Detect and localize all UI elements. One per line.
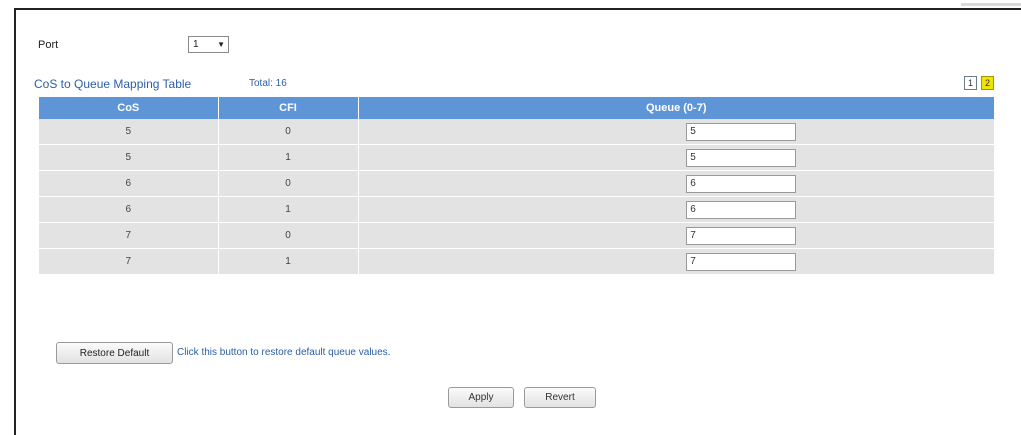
port-select-value: 1 (193, 39, 199, 50)
table-row: 5 1 (39, 144, 994, 171)
cfi-cell: 1 (218, 144, 359, 171)
queue-input[interactable] (686, 148, 797, 167)
cos-cell: 7 (39, 222, 219, 249)
cfi-cell: 0 (218, 170, 359, 197)
queue-cell (358, 196, 994, 223)
dropdown-arrow-icon: ▼ (217, 40, 225, 49)
table-row: 6 1 (39, 196, 994, 223)
table-title: CoS to Queue Mapping Table (34, 77, 192, 91)
queue-input[interactable] (686, 252, 797, 271)
queue-cell (358, 248, 994, 274)
cos-cell: 5 (39, 119, 219, 145)
column-header-cfi: CFI (218, 97, 359, 119)
queue-input[interactable] (686, 226, 797, 245)
column-header-cos: CoS (39, 97, 219, 119)
port-select[interactable]: 1 ▼ (188, 36, 229, 53)
table-row: 7 0 (39, 222, 994, 249)
pagination: 1 2 (964, 76, 994, 90)
restore-default-button[interactable]: Restore Default (56, 342, 173, 364)
cfi-cell: 0 (218, 222, 359, 249)
table-row: 5 0 (39, 119, 994, 145)
table-header-row: CoS CFI Queue (0-7) (39, 97, 994, 119)
cfi-cell: 1 (218, 196, 359, 223)
table-row: 6 0 (39, 170, 994, 197)
frame-corner-shadow (961, 3, 1021, 6)
cos-cell: 5 (39, 144, 219, 171)
cfi-cell: 0 (218, 119, 359, 145)
cfi-cell: 1 (218, 248, 359, 274)
queue-input[interactable] (686, 174, 797, 193)
revert-button[interactable]: Revert (524, 387, 596, 408)
table-total: Total: 16 (249, 78, 287, 89)
queue-cell (358, 170, 994, 197)
queue-input[interactable] (686, 122, 797, 141)
port-label: Port (38, 39, 59, 51)
cos-cell: 6 (39, 170, 219, 197)
queue-cell (358, 222, 994, 249)
table-row: 7 1 (39, 248, 994, 274)
frame-border-top (14, 8, 1021, 10)
queue-cell (358, 144, 994, 171)
page-button-2[interactable]: 2 (981, 76, 994, 90)
cos-cell: 7 (39, 248, 219, 274)
page-button-1[interactable]: 1 (964, 76, 977, 90)
queue-input[interactable] (686, 200, 797, 219)
cos-cell: 6 (39, 196, 219, 223)
restore-default-hint: Click this button to restore default que… (177, 347, 391, 358)
queue-cell (358, 119, 994, 145)
column-header-queue: Queue (0-7) (358, 97, 994, 119)
apply-button[interactable]: Apply (448, 387, 514, 408)
cos-queue-table: CoS CFI Queue (0-7) 5 0 5 1 6 0 6 1 7 0 (39, 97, 994, 274)
frame-border-left (14, 8, 16, 435)
